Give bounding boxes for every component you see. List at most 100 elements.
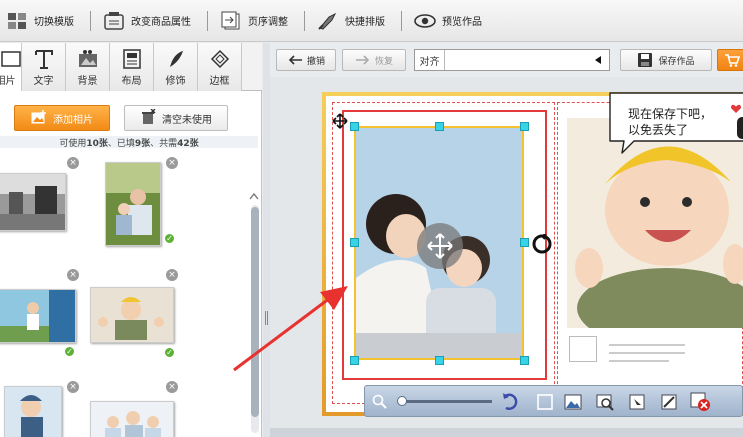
remove-photo-icon[interactable]: × — [166, 381, 178, 393]
quick-layout-icon — [317, 10, 339, 32]
move-photo-button[interactable] — [417, 223, 463, 269]
text-icon — [32, 48, 56, 70]
qr-placeholder-icon — [569, 336, 597, 362]
save-work-button[interactable]: 保存作品 — [620, 49, 712, 71]
remove-photo-icon[interactable]: × — [67, 381, 79, 393]
tab-text-label: 文字 — [33, 76, 54, 87]
photo-thumbnail[interactable] — [90, 401, 174, 437]
save-work-label: 保存作品 — [658, 56, 695, 67]
tab-background[interactable]: 背景 — [66, 43, 110, 91]
photo-used-check-icon: ✓ — [164, 347, 175, 358]
floppy-disk-icon — [638, 53, 653, 67]
toolbar-divider — [90, 10, 91, 31]
preview-work-label: 预览作品 — [442, 17, 482, 28]
photo-used-check-icon: ✓ — [64, 346, 75, 357]
tab-layout[interactable]: 布局 — [110, 43, 154, 91]
dropdown-arrow-icon — [595, 56, 601, 64]
tab-photos-label: 相片 — [0, 76, 16, 87]
undo-arrow-icon — [288, 55, 302, 65]
cart-icon — [725, 54, 740, 67]
preview-work-button[interactable]: 预览作品 — [408, 0, 492, 42]
cart-button[interactable] — [717, 49, 743, 71]
tab-photos[interactable]: 相片 — [0, 43, 22, 91]
delete-image-button[interactable] — [690, 391, 712, 413]
resize-handle-b[interactable] — [435, 356, 444, 365]
remove-photo-icon[interactable]: × — [67, 269, 79, 281]
zoom-slider-track[interactable] — [400, 400, 492, 403]
tab-decoration-label: 修饰 — [165, 76, 186, 87]
replace-image-button[interactable] — [562, 391, 584, 413]
decoration-icon — [164, 48, 188, 70]
canvas-bottom-edge — [270, 428, 743, 437]
change-product-attr-label: 改变商品属性 — [131, 17, 191, 28]
remove-photo-icon[interactable]: × — [166, 157, 178, 169]
crop-image-button[interactable] — [594, 391, 616, 413]
tab-text[interactable]: 文字 — [22, 43, 66, 91]
rotate-cw-icon — [503, 393, 518, 410]
rotate-image-button[interactable] — [498, 391, 520, 413]
toolbar-divider — [401, 10, 402, 31]
flip-image-button[interactable] — [626, 391, 648, 413]
toolbar-divider — [207, 10, 208, 31]
page-order-label: 页序调整 — [248, 17, 288, 28]
tab-background-label: 背景 — [77, 76, 98, 87]
add-photo-button[interactable]: 添加相片 — [14, 105, 110, 131]
tab-layout-label: 布局 — [121, 76, 142, 87]
page-order-button[interactable]: 页序调整 — [214, 0, 298, 42]
border-icon — [208, 48, 232, 70]
usage-mid: 、已填 — [107, 139, 135, 149]
redo-button[interactable]: 恢复 — [342, 49, 406, 71]
caption-line — [609, 360, 669, 362]
switch-template-button[interactable]: 切换模版 — [0, 0, 84, 42]
clear-unused-button[interactable]: 清空未使用 — [124, 105, 228, 131]
photo-thumbnail[interactable] — [0, 289, 76, 343]
tab-decoration[interactable]: 修饰 — [154, 43, 198, 91]
quick-layout-label: 快捷排版 — [345, 17, 385, 28]
caption-line — [609, 344, 685, 346]
save-reminder-text: 现在保存下吧， 以免丢失了 — [628, 106, 728, 138]
quick-layout-button[interactable]: 快捷排版 — [311, 0, 395, 42]
usage-filled: 9张 — [134, 139, 151, 149]
photo-usage-status: 可使用10张、已填9张、共需42张 — [0, 136, 258, 149]
photo-icon — [0, 48, 23, 70]
remove-photo-icon[interactable]: × — [166, 269, 178, 281]
resize-handle-l[interactable] — [350, 238, 359, 247]
switch-template-label: 切换模版 — [34, 17, 74, 28]
adjust-image-button[interactable] — [658, 391, 680, 413]
align-dropdown[interactable]: 对齐 — [414, 49, 610, 71]
usage-mid2: 、共需 — [150, 139, 178, 149]
zoom-magnifier-icon — [372, 394, 387, 409]
zoom-slider-knob[interactable] — [397, 396, 407, 406]
remove-photo-icon[interactable]: × — [67, 157, 79, 169]
background-icon — [76, 48, 100, 70]
template-grid-icon — [6, 10, 28, 32]
rotate-handle-icon[interactable] — [532, 234, 552, 254]
add-photo-label: 添加相片 — [53, 114, 93, 126]
bubble-line-2: 以免丢失了 — [628, 123, 689, 137]
undo-button[interactable]: 撤销 — [276, 49, 336, 71]
photo-thumbnail[interactable] — [0, 173, 66, 231]
resize-handle-t[interactable] — [435, 122, 444, 131]
tab-border[interactable]: 边框 — [198, 43, 242, 91]
zoom-image-icon — [596, 394, 614, 411]
usage-available: 10张 — [86, 139, 108, 149]
photo-thumbnail[interactable] — [90, 287, 174, 343]
resize-handle-r[interactable] — [520, 238, 529, 247]
undo-label: 撤销 — [306, 56, 325, 67]
product-attr-icon — [103, 10, 125, 32]
align-label: 对齐 — [415, 50, 445, 70]
flip-icon — [629, 394, 645, 410]
photo-thumbnail[interactable] — [105, 162, 161, 246]
move-arrows-icon — [427, 233, 453, 259]
photo-thumbnail[interactable] — [4, 386, 62, 437]
resize-handle-tl[interactable] — [350, 122, 359, 131]
asset-panel: 相片 文字 背景 布局 修饰 边框 添加相片 清空未使用 可使用10张、已填9张… — [0, 43, 262, 437]
mascot-icon — [737, 117, 743, 139]
resize-handle-br[interactable] — [520, 356, 529, 365]
eye-icon — [414, 10, 436, 32]
frame-none-button[interactable] — [534, 391, 556, 413]
change-product-attr-button[interactable]: 改变商品属性 — [97, 0, 201, 42]
scroll-up-icon[interactable] — [248, 191, 260, 201]
redo-label: 恢复 — [374, 56, 393, 67]
resize-handle-tr[interactable] — [520, 122, 529, 131]
